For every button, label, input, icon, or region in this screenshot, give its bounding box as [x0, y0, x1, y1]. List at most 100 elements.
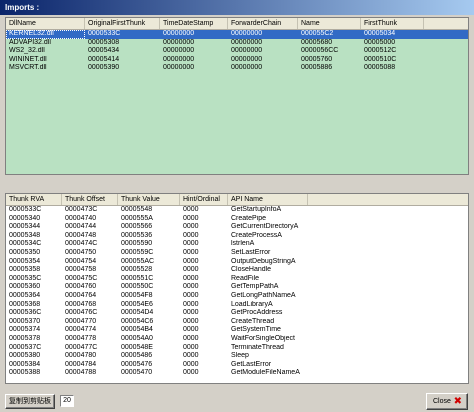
import-row[interactable]: 0000536C 0000476C 000054D4 0000 GetProcAddre… [6, 309, 468, 318]
modules-table-header: DllName OriginalFirstThunk TimeDateStamp… [6, 18, 468, 30]
module-row[interactable]: WS2_32.dll 00005434 00000000 00000000 000005… [6, 47, 468, 56]
import-row-cell: 0000 [183, 240, 199, 248]
import-row-cell: 0000 [183, 283, 199, 291]
import-row-cell: 0000533C [9, 206, 42, 213]
import-row[interactable]: 00005360 00004760 0000550C 0000 GetTempPathA [6, 283, 468, 292]
import-row-cell: 0000559C [121, 248, 154, 256]
module-row-cell: 0000533C [88, 30, 121, 37]
import-row-cell: SetLastError [231, 248, 271, 256]
module-row-cell: 0000056CC [301, 47, 339, 55]
import-row-cell: GetProcAddress [231, 309, 283, 317]
import-row-cell: 0000 [183, 309, 199, 317]
import-row[interactable]: 00005384 00004784 00005476 0000 GetLastError [6, 361, 468, 370]
module-row-cell: 00000000 [163, 47, 195, 55]
module-row-cell: 00005000 [364, 38, 396, 46]
import-row[interactable]: 00005358 00004758 00005528 0000 CloseHandle [6, 266, 468, 275]
module-row-cell: 00000000 [163, 30, 195, 37]
import-row-cell: 0000 [183, 214, 199, 222]
col-thunk-offset[interactable]: Thunk Offset [62, 194, 118, 205]
module-row-cell: 00000000 [231, 47, 263, 55]
close-button-label: Close [433, 398, 451, 405]
module-row-cell: 00000000 [231, 64, 263, 72]
module-row[interactable]: MSVCRT.dll 00005390 00000000 00000000 000058… [6, 64, 468, 73]
module-row[interactable]: WININET.dll 00005414 00000000 00000000 00005… [6, 56, 468, 65]
import-row-cell: 000054B4 [121, 326, 153, 334]
module-row-cell: 00005308 [88, 38, 120, 46]
import-row[interactable]: 00005378 00004778 000054A0 0000 WaitForSingl… [6, 335, 468, 344]
window-title: Imports : [0, 0, 474, 15]
import-row-cell: 0000 [183, 206, 199, 213]
module-row-cell: 00005390 [88, 64, 120, 72]
import-row-cell: 00004740 [65, 214, 97, 222]
import-row-cell: 0000536C [9, 309, 42, 317]
module-row[interactable]: KERNEL32.dll 0000533C 00000000 00000000 0000… [6, 30, 468, 39]
module-row-cell: 0000512C [364, 47, 397, 55]
import-row-cell: 000054A0 [121, 334, 153, 342]
col-time-date-stamp[interactable]: TimeDateStamp [160, 18, 228, 29]
import-row[interactable]: 00005380 00004780 00005486 0000 Sleep [6, 352, 468, 361]
module-row-cell: 00005414 [88, 55, 120, 63]
close-button[interactable]: Close ✖ [426, 393, 468, 410]
import-row[interactable]: 00005354 00004754 000055AC 0000 OutputDebugS… [6, 258, 468, 267]
import-row-cell: lstrlenA [231, 240, 255, 248]
col-thunk-rva[interactable]: Thunk RVA [6, 194, 62, 205]
import-row-cell: 0000 [183, 257, 199, 265]
import-row[interactable]: 0000533C 0000473C 00005548 0000 GetStartupIn… [6, 206, 468, 215]
copy-to-clipboard-button[interactable]: 复制到剪贴板 [5, 394, 55, 409]
import-row[interactable]: 00005364 00004764 000054F8 0000 GetLongPathN… [6, 292, 468, 301]
import-row-cell: 00004750 [65, 248, 97, 256]
import-row[interactable]: 00005388 00004788 00005470 0000 GetModuleFil… [6, 369, 468, 378]
import-row-cell: 00005370 [9, 317, 41, 325]
import-row-cell: 0000476C [65, 309, 98, 317]
col-hint-ordinal[interactable]: Hint/Ordinal [180, 194, 228, 205]
import-row-cell: 0000534C [9, 240, 42, 248]
import-row[interactable]: 00005348 00004748 00005536 0000 CreateProces… [6, 232, 468, 241]
import-row-cell: CreateProcessA [231, 231, 282, 239]
import-row-cell: CloseHandle [231, 266, 272, 274]
import-row[interactable]: 00005368 00004768 000054E6 0000 LoadLibraryA [6, 301, 468, 310]
col-name[interactable]: Name [298, 18, 361, 29]
import-row-cell: 000055AC [121, 257, 155, 265]
col-first-thunk[interactable]: FirstThunk [361, 18, 424, 29]
module-row-cell: 00000000 [163, 38, 195, 46]
import-row[interactable]: 00005350 00004750 0000559C 0000 SetLastError [6, 249, 468, 258]
import-row-cell: 0000 [183, 334, 199, 342]
module-row-cell: 00005886 [301, 64, 333, 72]
import-row-cell: 00004774 [65, 326, 97, 334]
import-row-cell: 00005470 [121, 369, 153, 377]
import-row-cell: 000054F8 [121, 291, 153, 299]
import-row-cell: 0000477C [65, 343, 98, 351]
import-row-cell: 00005486 [121, 352, 153, 360]
import-row[interactable]: 00005374 00004774 000054B4 0000 GetSystemTim… [6, 326, 468, 335]
import-row-cell: 00005364 [9, 291, 41, 299]
import-row-cell: 00005590 [121, 240, 153, 248]
import-row-cell: GetTempPathA [231, 283, 279, 291]
import-row-cell: 00005348 [9, 231, 41, 239]
import-row-cell: 00004754 [65, 257, 97, 265]
module-row-cell: 00005434 [88, 47, 120, 55]
col-original-first-thunk[interactable]: OriginalFirstThunk [85, 18, 160, 29]
col-dllname[interactable]: DllName [6, 18, 85, 29]
import-row[interactable]: 0000535C 0000475C 0000551C 0000 ReadFile [6, 275, 468, 284]
module-row-cell: KERNEL32.dll [6, 30, 85, 39]
import-row[interactable]: 0000534C 0000474C 00005590 0000 lstrlenA [6, 240, 468, 249]
import-row-cell: 00004770 [65, 317, 97, 325]
import-row-cell: 0000 [183, 274, 199, 282]
import-row[interactable]: 00005340 00004740 0000555A 0000 CreatePipe [6, 215, 468, 224]
col-forwarder-chain[interactable]: ForwarderChain [228, 18, 298, 29]
import-row-cell: 00004748 [65, 231, 97, 239]
import-row[interactable]: 00005344 00004744 00005566 0000 GetCurrentDi… [6, 223, 468, 232]
import-row-cell: 00005388 [9, 369, 41, 377]
import-row-cell: 00005368 [9, 300, 41, 308]
import-row[interactable]: 00005370 00004770 000054C6 0000 CreateThread [6, 318, 468, 327]
import-row-cell: 0000555A [121, 214, 153, 222]
module-row-cell: 0000510C [364, 55, 397, 63]
col-api-name[interactable]: API Name [228, 194, 308, 205]
import-row-cell: 0000 [183, 223, 199, 231]
col-thunk-value[interactable]: Thunk Value [118, 194, 180, 205]
import-row[interactable]: 0000537C 0000477C 0000548E 0000 TerminateThr… [6, 344, 468, 353]
import-row-cell: 0000473C [65, 206, 98, 213]
module-row-cell: 00000000 [231, 55, 263, 63]
import-row-cell: 00004758 [65, 266, 97, 274]
module-row[interactable]: ADVAPI32.dll 00005308 00000000 00000000 0000… [6, 39, 468, 48]
